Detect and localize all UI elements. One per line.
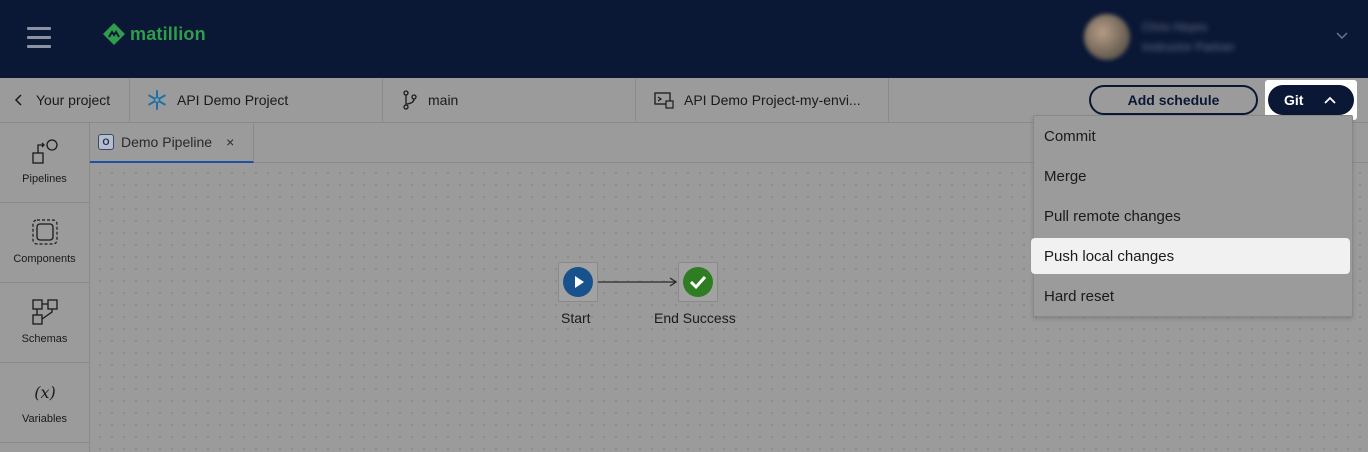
matillion-logo-icon bbox=[103, 23, 125, 45]
git-branch-icon bbox=[403, 90, 417, 110]
back-to-project-link[interactable]: Your project bbox=[0, 78, 130, 122]
project-label: API Demo Project bbox=[177, 92, 289, 108]
sidebar-item-label: Components bbox=[13, 253, 76, 265]
branch-selector[interactable]: main bbox=[383, 78, 636, 122]
variables-icon: (x) bbox=[34, 383, 56, 402]
tab-demo-pipeline[interactable]: O Demo Pipeline × bbox=[90, 123, 254, 163]
add-schedule-button[interactable]: Add schedule bbox=[1089, 85, 1258, 115]
snowflake-icon bbox=[148, 90, 166, 110]
logo-text: matillion bbox=[130, 23, 206, 44]
avatar bbox=[1084, 14, 1130, 60]
play-icon bbox=[563, 267, 593, 297]
menu-item-commit[interactable]: Commit bbox=[1034, 118, 1352, 154]
git-button-label: Git bbox=[1284, 92, 1304, 108]
sidebar-item-variables[interactable]: (x) Variables bbox=[0, 363, 89, 443]
sidebar-item-components[interactable]: Components bbox=[0, 203, 89, 283]
pipelines-icon bbox=[31, 139, 58, 164]
chevron-up-icon bbox=[1324, 96, 1336, 104]
menu-item-pull-remote-changes[interactable]: Pull remote changes bbox=[1034, 198, 1352, 234]
left-sidebar: Pipelines Components Schemas (x) Variabl… bbox=[0, 123, 90, 452]
branch-label: main bbox=[428, 92, 459, 108]
menu-item-hard-reset[interactable]: Hard reset bbox=[1034, 278, 1352, 314]
end-success-node[interactable] bbox=[678, 262, 718, 302]
chevron-left-icon bbox=[14, 94, 22, 106]
hamburger-menu-icon[interactable] bbox=[27, 27, 51, 49]
menu-item-merge[interactable]: Merge bbox=[1034, 158, 1352, 194]
sidebar-item-label: Pipelines bbox=[22, 173, 67, 185]
user-name: Chris Heyes bbox=[1142, 20, 1208, 34]
connector-arrow[interactable] bbox=[598, 276, 678, 288]
environment-selector[interactable]: API Demo Project-my-envi... bbox=[636, 78, 889, 122]
git-button[interactable]: Git bbox=[1268, 85, 1354, 115]
start-node-label: Start bbox=[561, 310, 591, 326]
sidebar-item-schemas[interactable]: Schemas bbox=[0, 283, 89, 363]
orchestration-pipeline-icon: O bbox=[98, 134, 114, 150]
chevron-down-icon[interactable] bbox=[1335, 28, 1349, 42]
top-header: matillion Chris Heyes Instructor Partner bbox=[0, 0, 1368, 78]
project-selector[interactable]: API Demo Project bbox=[130, 78, 383, 122]
tab-label: Demo Pipeline bbox=[121, 134, 213, 150]
user-profile[interactable]: Chris Heyes Instructor Partner bbox=[1084, 14, 1235, 60]
end-success-node-label: End Success bbox=[654, 310, 736, 326]
schemas-icon bbox=[31, 299, 58, 325]
close-tab-icon[interactable]: × bbox=[226, 134, 234, 150]
sidebar-item-pipelines[interactable]: Pipelines bbox=[0, 123, 89, 203]
matillion-logo[interactable]: matillion bbox=[102, 22, 206, 46]
back-label: Your project bbox=[36, 92, 111, 108]
start-node[interactable] bbox=[558, 262, 598, 302]
environment-label: API Demo Project-my-envi... bbox=[684, 92, 861, 108]
check-icon bbox=[683, 267, 713, 297]
menu-item-push-local-changes[interactable]: Push local changes bbox=[1031, 238, 1350, 274]
sidebar-item-label: Variables bbox=[21, 413, 68, 425]
user-role: Instructor Partner bbox=[1142, 40, 1235, 54]
environment-icon bbox=[654, 92, 674, 109]
components-icon bbox=[31, 219, 58, 245]
svg-text:(x): (x) bbox=[34, 383, 56, 402]
sidebar-item-label: Schemas bbox=[21, 333, 68, 345]
git-dropdown-menu: Commit Merge Pull remote changes Push lo… bbox=[1031, 115, 1353, 317]
user-info: Chris Heyes Instructor Partner bbox=[1142, 20, 1235, 54]
